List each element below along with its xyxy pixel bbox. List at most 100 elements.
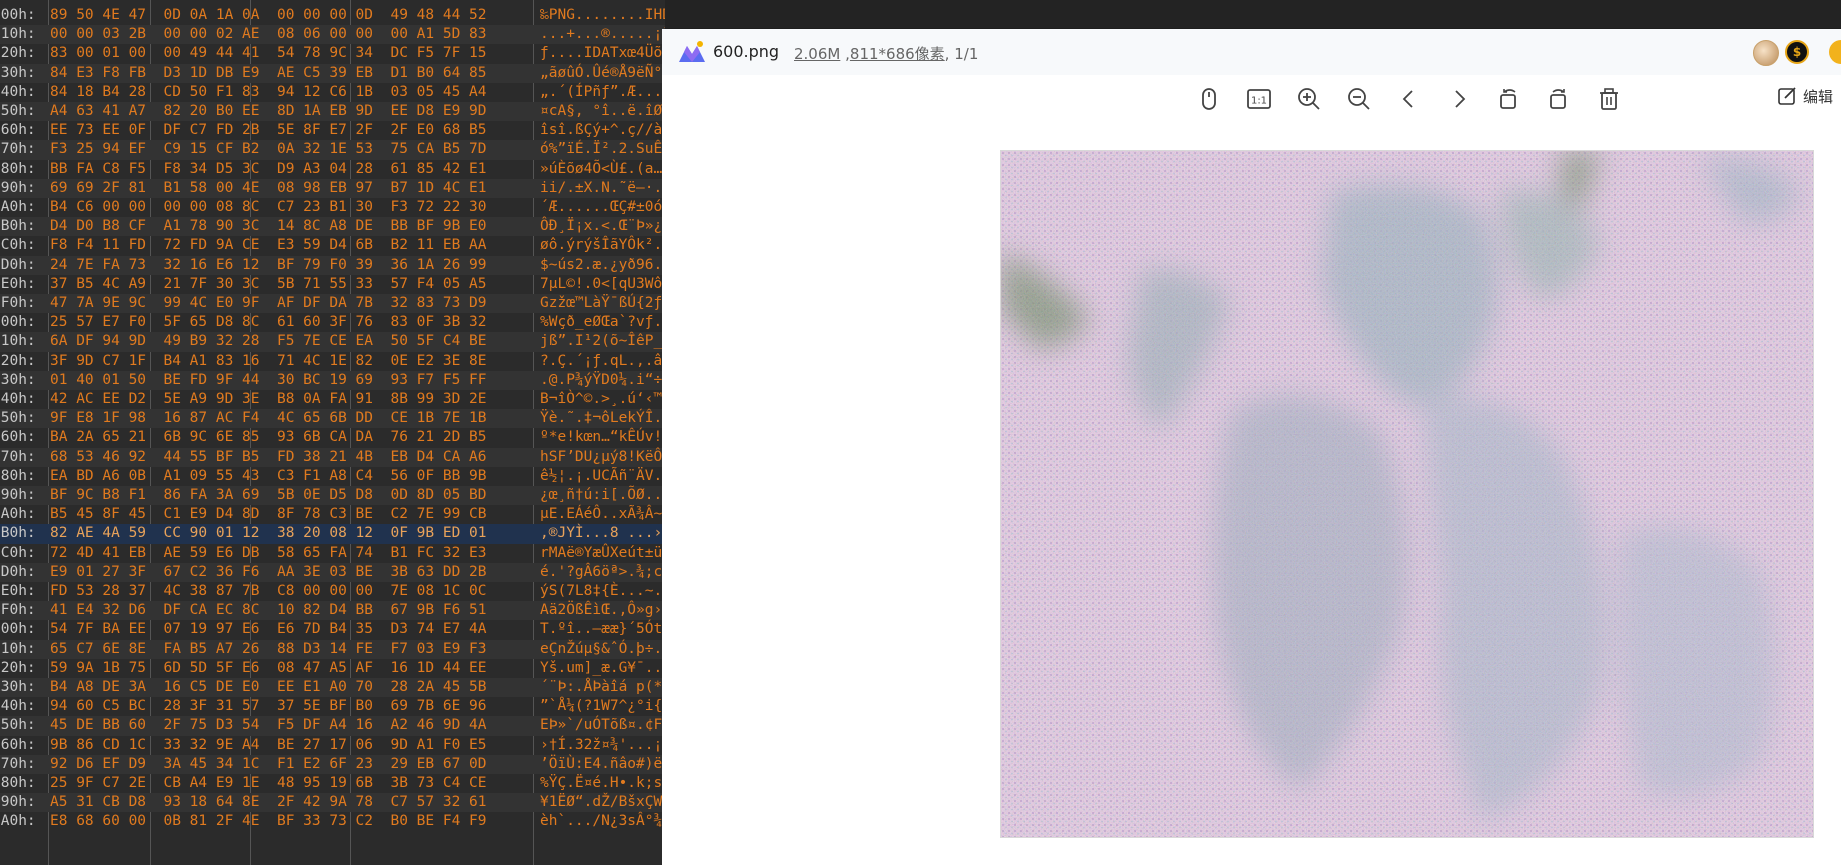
hex-bytes: 25 57 E7 F0 5F 65 D8 8C 61 60 3F 76 83 0…	[50, 314, 487, 331]
hex-ascii: hSF’DU¿µý8!KëÔÊ¦	[540, 448, 665, 465]
zoom-out-icon[interactable]	[1342, 82, 1376, 116]
hex-bytes: B4 A8 DE 3A 16 C5 DE E0 EE E1 A0 70 28 2…	[50, 679, 487, 695]
hex-row[interactable]: 280h: 25 9F C7 2E CB A4 E9 1E 48 95 19 6B…	[0, 774, 665, 793]
rotate-left-icon[interactable]	[1492, 82, 1526, 116]
hex-row[interactable]: 230h: B4 A8 DE 3A 16 C5 DE E0 EE E1 A0 70…	[0, 678, 665, 698]
hex-offset: 160h:	[0, 429, 36, 446]
hex-row[interactable]: 160h: BA 2A 65 21 6B 9C 6E 85 93 6B CA DA…	[0, 428, 665, 447]
hex-row[interactable]: 040h: 84 18 B4 28 CD 50 F1 83 94 12 C6 1B…	[0, 83, 665, 102]
hex-offset: 0E0h:	[0, 275, 36, 292]
hex-offset: 180h:	[0, 467, 36, 484]
hex-bytes: A5 31 CB D8 93 18 64 8E 2F 42 9A 78 C7 5…	[50, 794, 487, 811]
image-dimensions[interactable]: 811*686像素	[850, 45, 945, 63]
hex-ascii: ýS(7L8‡{È...~...	[540, 583, 665, 599]
hex-ascii: ...+...®.....¡]ƒ	[540, 26, 665, 43]
hex-bytes: 42 AC EE D2 5E A9 9D 3E B8 0A FA 91 8B 9…	[50, 391, 487, 407]
next-icon[interactable]	[1442, 82, 1476, 116]
hex-row[interactable]: 1F0h: 41 E4 32 D6 DF CA EC 8C 10 82 D4 BB…	[0, 601, 665, 621]
hex-row[interactable]: 130h: 01 40 01 50 BE FD 9F 44 30 BC 19 69…	[0, 370, 665, 390]
hex-offset: 230h:	[0, 679, 36, 695]
zoom-in-icon[interactable]	[1292, 82, 1326, 116]
hex-ascii: 7µL©!.0<[qU3Wô.¥	[540, 275, 665, 292]
hex-row[interactable]: 220h: 59 9A 1B 75 6D 5D 5F E6 08 47 A5 AF…	[0, 659, 665, 678]
hex-row[interactable]: 030h: 84 E3 F8 FB D3 1D DB E9 AE C5 39 EB…	[0, 63, 665, 83]
hex-row[interactable]: 120h: 3F 9D C7 1F B4 A1 83 16 71 4C 1E 82…	[0, 352, 665, 371]
hex-offset: 030h:	[0, 64, 36, 81]
hex-ascii: ´Æ......ŒÇ#±0ór"0	[540, 199, 665, 215]
hex-row[interactable]: 110h: 6A DF 94 9D 49 B9 32 28 F5 7E CE EA…	[0, 332, 665, 352]
hex-offset: 0B0h:	[0, 218, 36, 235]
hex-offset: 0A0h:	[0, 199, 36, 215]
hex-row[interactable]: 060h: EE 73 EE 0F DF C7 FD 2B 5E 8F E7 2F…	[0, 121, 665, 140]
hex-row[interactable]: 0D0h: 24 7E FA 73 32 16 E6 12 BF 79 F0 39…	[0, 255, 665, 275]
hex-row[interactable]: 1A0h: B5 45 8F 45 C1 E9 D4 8D 8F 78 C3 BE…	[0, 505, 665, 524]
noisy-image	[1001, 151, 1813, 837]
actual-size-button[interactable]: 1:1	[1242, 82, 1276, 116]
hex-row[interactable]: 1B0h: 82 AE 4A 59 CC 90 01 12 38 20 08 12…	[0, 524, 665, 544]
hex-row[interactable]: 200h: 54 7F BA EE 07 19 97 E6 E6 7D B4 35…	[0, 620, 665, 639]
hex-ascii: %ŸÇ.Ë¤é.H•.k;sÄÎ	[540, 775, 665, 791]
file-size[interactable]: 2.06M	[794, 45, 840, 63]
hex-row[interactable]: 090h: 69 69 2F 81 B1 58 00 4E 08 98 EB 97…	[0, 178, 665, 198]
image-canvas[interactable]	[1000, 150, 1814, 838]
hex-ascii: Yš.um]_æ.G¥¯..Dî	[540, 659, 665, 676]
hex-row[interactable]: 0A0h: B4 C6 00 00 00 00 08 8C C7 23 B1 30…	[0, 198, 665, 217]
previous-icon[interactable]	[1392, 82, 1426, 116]
hex-ascii: „.´(ÍPñƒ”.Æ...E¤	[540, 83, 665, 100]
hex-bytes: 3F 9D C7 1F B4 A1 83 16 71 4C 1E 82 0E E…	[50, 352, 487, 369]
hex-row[interactable]: 0C0h: F8 F4 11 FD 72 FD 9A CE E3 59 D4 6B…	[0, 236, 665, 255]
hex-offset: 130h:	[0, 371, 36, 388]
hex-row[interactable]: 250h: 45 DE BB 60 2F 75 D3 54 F5 DF A4 16…	[0, 716, 665, 736]
hex-ascii: »úÈõø4Õ<Ù£.(a…Bá	[540, 160, 665, 177]
hex-bytes: 01 40 01 50 BE FD 9F 44 30 BC 19 69 93 F…	[50, 371, 487, 388]
delete-icon[interactable]	[1592, 82, 1626, 116]
hex-ascii: Gzžœ™LàŸ¯ßÚ{2ƒsÙ	[540, 295, 665, 311]
edit-button[interactable]: 编辑	[1777, 86, 1833, 107]
coin-badge-icon[interactable]: $	[1785, 40, 1809, 64]
hex-row[interactable]: 0E0h: 37 B5 4C A9 21 7F 30 3C 5B 71 55 33…	[0, 275, 665, 294]
hex-row[interactable]: 150h: 9F E8 1F 98 16 87 AC F4 4C 65 6B DD…	[0, 409, 665, 429]
hex-ascii: ‰PNG........IHDR	[540, 7, 665, 23]
hex-offset: 150h:	[0, 410, 36, 427]
hex-row[interactable]: 1C0h: 72 4D 41 EB AE 59 E6 DB 58 65 FA 74…	[0, 544, 665, 563]
hex-row[interactable]: 0B0h: D4 D0 B8 CF A1 78 90 3C 14 8C A8 DE…	[0, 217, 665, 237]
hex-row[interactable]: 000h: 89 50 4E 47 0D 0A 1A 0A 00 00 00 0D…	[0, 6, 665, 25]
hex-row[interactable]: 290h: A5 31 CB D8 93 18 64 8E 2F 42 9A 78…	[0, 793, 665, 813]
rotate-right-icon[interactable]	[1542, 82, 1576, 116]
hex-row[interactable]: 260h: 9B 86 CD 1C 33 32 9E A4 BE 27 17 06…	[0, 736, 665, 755]
hex-row[interactable]: 270h: 92 D6 EF D9 3A 45 34 1C F1 E2 6F 23…	[0, 754, 665, 774]
hex-ascii: Aä2ÖßÊìŒ.‚Ô»g›öQ	[540, 602, 665, 619]
hex-bytes: F8 F4 11 FD 72 FD 9A CE E3 59 D4 6B B2 1…	[50, 237, 487, 254]
hex-row[interactable]: 050h: A4 63 41 A7 82 20 B0 EE 8D 1A EB 9D…	[0, 102, 665, 122]
hex-row[interactable]: 080h: BB FA C8 F5 F8 34 D5 3C D9 A3 04 28…	[0, 160, 665, 179]
hex-bytes: 84 E3 F8 FB D3 1D DB E9 AE C5 39 EB D1 B…	[50, 64, 487, 81]
mouse-icon[interactable]	[1192, 82, 1226, 116]
hex-row[interactable]: 010h: 00 00 03 2B 00 00 02 AE 08 06 00 00…	[0, 25, 665, 45]
hex-row[interactable]: 2A0h: E8 68 60 00 0B 81 2F 4E BF 33 73 C2…	[0, 812, 665, 831]
hex-offset: 000h:	[0, 7, 36, 23]
hex-row[interactable]: 100h: 25 57 E7 F0 5F 65 D8 8C 61 60 3F 76…	[0, 313, 665, 332]
hex-row[interactable]: 070h: F3 25 94 EF C9 15 CF B2 0A 32 1E 53…	[0, 140, 665, 160]
hex-bytes: 45 DE BB 60 2F 75 D3 54 F5 DF A4 16 A2 4…	[50, 717, 487, 734]
user-avatar[interactable]	[1753, 40, 1779, 66]
hex-bytes: 24 7E FA 73 32 16 E6 12 BF 79 F0 39 36 1…	[50, 256, 487, 273]
hex-ascii: ’ÖïÙ:E4.ñâo#)ëg.	[540, 755, 665, 772]
hex-ascii: ÔÐ¸Ï¡x.<.Œ¨Þ»¿›à	[540, 218, 665, 235]
hex-offset: 020h:	[0, 45, 36, 62]
hex-row[interactable]: 170h: 68 53 46 92 44 55 BF B5 FD 38 21 4B…	[0, 447, 665, 467]
hex-ascii: ó%”ïÉ.Ï².2.SuÊµ}	[540, 141, 665, 158]
hex-row[interactable]: 240h: 94 60 C5 BC 28 3F 31 57 37 5E BF B0…	[0, 697, 665, 716]
hex-offset: 240h:	[0, 698, 36, 715]
hex-offset: 0D0h:	[0, 256, 36, 273]
hex-ascii: jß”.I¹2(õ~ÎêP_Ä¾	[540, 333, 665, 350]
hex-row[interactable]: 180h: EA BD A6 0B A1 09 55 43 C3 F1 A8 C4…	[0, 467, 665, 486]
hex-row[interactable]: 1E0h: FD 53 28 37 4C 38 87 7B C8 00 00 00…	[0, 582, 665, 601]
viewer-titlebar: 600.png 2.06M ,811*686像素, 1/1 $	[662, 29, 1841, 75]
hex-row[interactable]: 0F0h: 47 7A 9E 9C 99 4C E0 9F AF DF DA 7B…	[0, 294, 665, 314]
hex-offset: 250h:	[0, 717, 36, 734]
hex-row[interactable]: 210h: 65 C7 6E 8E FA B5 A7 26 88 D3 14 FE…	[0, 639, 665, 659]
hex-row[interactable]: 190h: BF 9C B8 F1 86 FA 3A 69 5B 0E D5 D8…	[0, 486, 665, 506]
hex-row[interactable]: 140h: 42 AC EE D2 5E A9 9D 3E B8 0A FA 91…	[0, 390, 665, 409]
hex-row[interactable]: 020h: 83 00 01 00 00 49 44 41 54 78 9C 34…	[0, 44, 665, 63]
hex-row[interactable]: 1D0h: E9 01 27 3F 67 C2 36 F6 AA 3E 03 BE…	[0, 562, 665, 582]
